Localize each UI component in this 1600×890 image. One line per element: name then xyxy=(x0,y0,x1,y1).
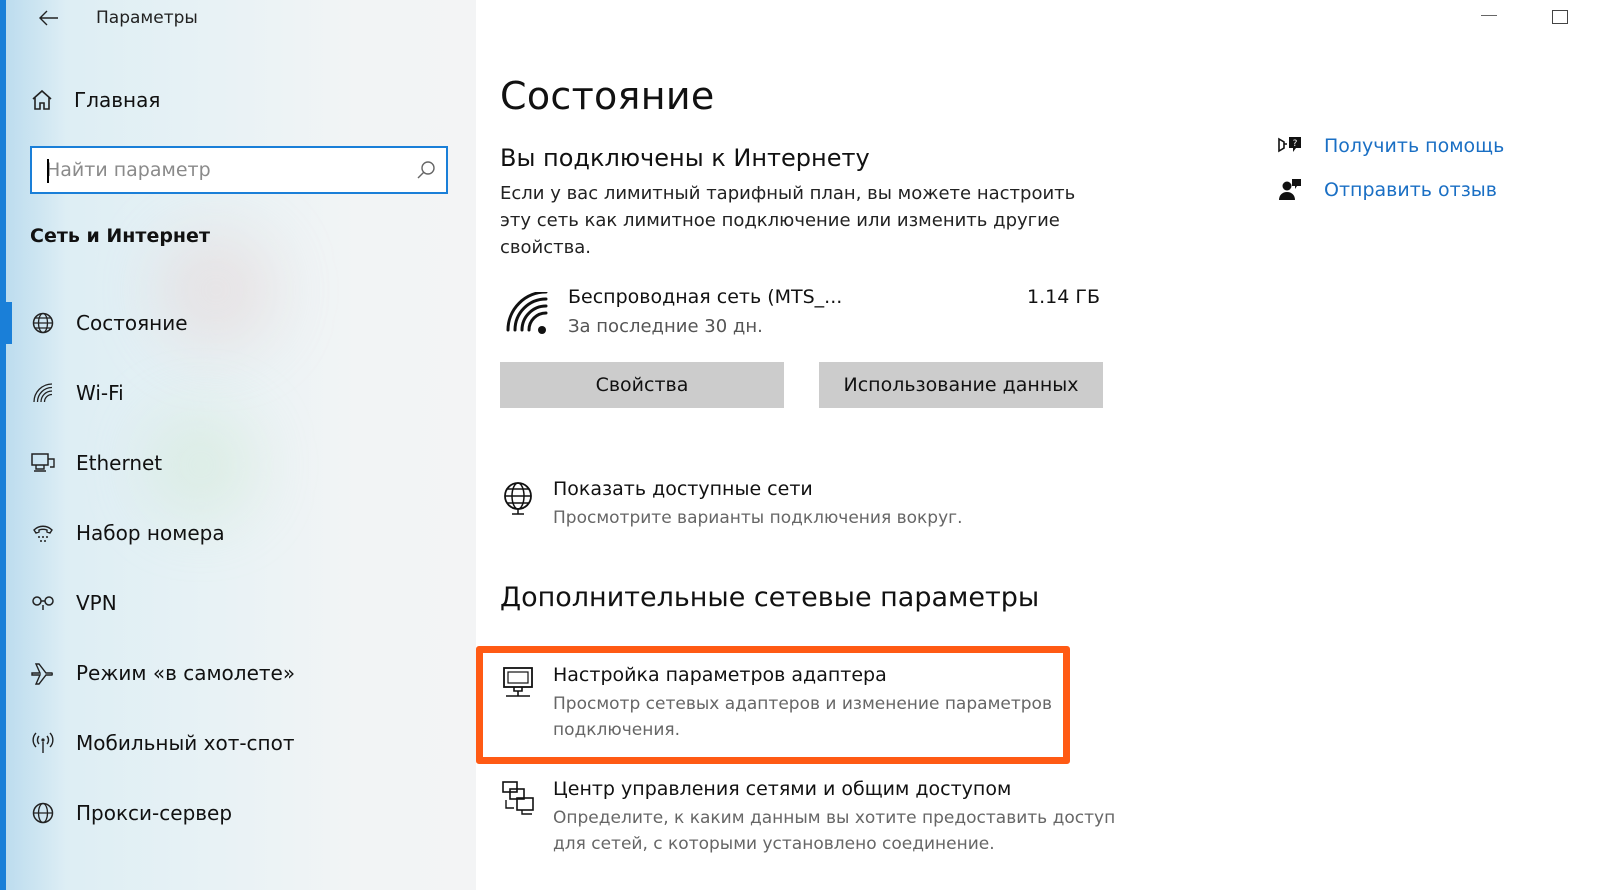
sidebar-item-airplane[interactable]: Режим «в самолете» xyxy=(6,638,476,708)
data-usage-button[interactable]: Использование данных xyxy=(819,362,1103,408)
minimize-button[interactable] xyxy=(1481,15,1497,16)
sharing-center-icon xyxy=(500,780,536,816)
sidebar-item-proxy[interactable]: Прокси-сервер xyxy=(6,778,476,848)
show-available-networks-link[interactable]: Показать доступные сети Просмотрите вари… xyxy=(500,478,1140,538)
search-input[interactable] xyxy=(32,148,406,192)
globe-network-icon xyxy=(500,480,536,516)
main-content: Состояние Вы подключены к Интернету Если… xyxy=(476,0,1600,890)
sidebar: Параметры Главная Сеть и Интернет Состоя… xyxy=(6,0,476,890)
title-bar: Параметры xyxy=(6,0,476,36)
network-data-usage: 1.14 ГБ xyxy=(1027,286,1100,308)
sidebar-item-label: Набор номера xyxy=(76,521,225,545)
text-caret xyxy=(47,159,49,183)
sidebar-item-hotspot[interactable]: Мобильный хот-спот xyxy=(6,708,476,778)
sidebar-item-label: Мобильный хот-спот xyxy=(76,731,295,755)
sidebar-item-vpn[interactable]: VPN xyxy=(6,568,476,638)
home-label: Главная xyxy=(74,88,161,112)
sidebar-item-wifi[interactable]: Wi-Fi xyxy=(6,358,476,428)
network-name: Беспроводная сеть (MTS_... xyxy=(568,286,843,308)
help-links: ? Получить помощь Отправить отзыв xyxy=(1276,124,1504,212)
back-button[interactable] xyxy=(34,4,64,32)
wifi-signal-icon xyxy=(506,292,548,334)
dialup-icon xyxy=(30,520,56,546)
sidebar-item-label: Состояние xyxy=(76,311,188,335)
send-feedback-label: Отправить отзыв xyxy=(1324,179,1497,201)
network-period: За последние 30 дн. xyxy=(568,316,763,337)
globe-icon xyxy=(30,310,56,336)
show-networks-desc: Просмотрите варианты подключения вокруг. xyxy=(553,508,963,528)
sidebar-item-label: Режим «в самолете» xyxy=(76,661,296,685)
highlight-frame xyxy=(476,646,1070,764)
help-chat-icon: ? xyxy=(1276,132,1304,160)
feedback-person-icon xyxy=(1276,176,1304,204)
proxy-globe-icon xyxy=(30,800,56,826)
hotspot-icon xyxy=(30,730,56,756)
vpn-icon xyxy=(30,590,56,616)
sidebar-section-title: Сеть и Интернет xyxy=(30,225,210,247)
get-help-link[interactable]: ? Получить помощь xyxy=(1276,124,1504,168)
advanced-settings-title: Дополнительные сетевые параметры xyxy=(500,582,1040,613)
home-icon xyxy=(32,89,52,110)
app-title: Параметры xyxy=(96,8,198,28)
maximize-button[interactable] xyxy=(1552,10,1568,24)
connection-status-title: Вы подключены к Интернету xyxy=(500,144,870,172)
sharing-center-desc: Определите, к каким данным вы хотите пре… xyxy=(553,808,1116,854)
sidebar-item-status[interactable]: Состояние xyxy=(6,288,476,358)
sidebar-item-label: VPN xyxy=(76,591,117,615)
send-feedback-link[interactable]: Отправить отзыв xyxy=(1276,168,1504,212)
wifi-icon xyxy=(30,380,56,406)
properties-button[interactable]: Свойства xyxy=(500,362,784,408)
search-icon[interactable] xyxy=(406,148,446,192)
airplane-icon xyxy=(30,660,56,686)
ethernet-icon xyxy=(30,450,56,476)
network-summary: Беспроводная сеть (MTS_... За последние … xyxy=(500,286,1100,346)
sidebar-nav: Состояние Wi-Fi Ethernet Набор номера VP… xyxy=(6,288,476,848)
sidebar-item-label: Ethernet xyxy=(76,451,163,475)
sidebar-item-label: Wi-Fi xyxy=(76,381,124,405)
search-box[interactable] xyxy=(30,146,448,194)
network-sharing-center-link[interactable]: Центр управления сетями и общим доступом… xyxy=(500,778,1140,858)
sidebar-item-label: Прокси-сервер xyxy=(76,801,233,825)
sidebar-item-dialup[interactable]: Набор номера xyxy=(6,498,476,568)
home-link[interactable]: Главная xyxy=(30,82,160,118)
arrow-left-icon xyxy=(39,10,58,26)
svg-text:?: ? xyxy=(1293,139,1298,149)
sharing-center-title: Центр управления сетями и общим доступом xyxy=(553,778,1012,800)
page-title: Состояние xyxy=(500,74,715,118)
get-help-label: Получить помощь xyxy=(1324,135,1505,157)
show-networks-title: Показать доступные сети xyxy=(553,478,813,500)
sidebar-item-ethernet[interactable]: Ethernet xyxy=(6,428,476,498)
connection-description: Если у вас лимитный тарифный план, вы мо… xyxy=(500,183,1076,258)
